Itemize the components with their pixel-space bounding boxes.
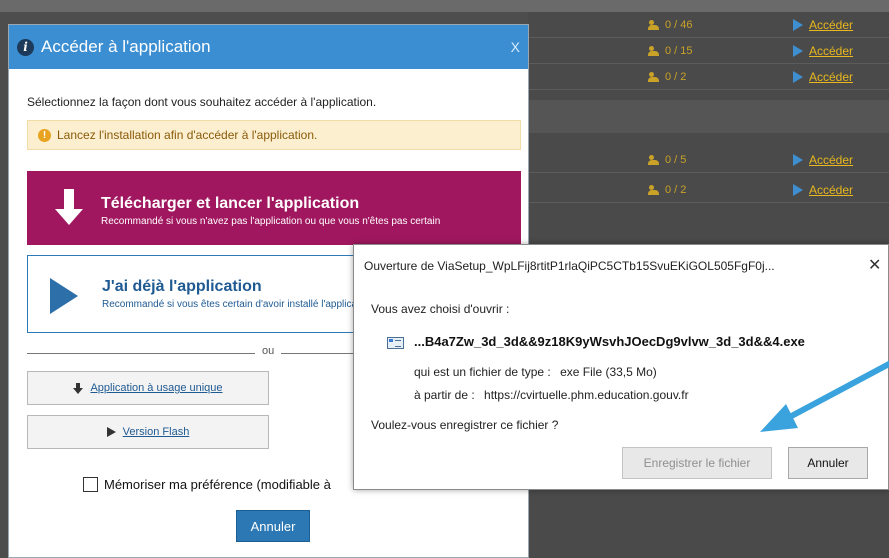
pointer-arrow-head: [760, 404, 798, 432]
pointer-arrow-shaft: [781, 361, 889, 423]
pointer-arrow-icon: [760, 361, 889, 432]
